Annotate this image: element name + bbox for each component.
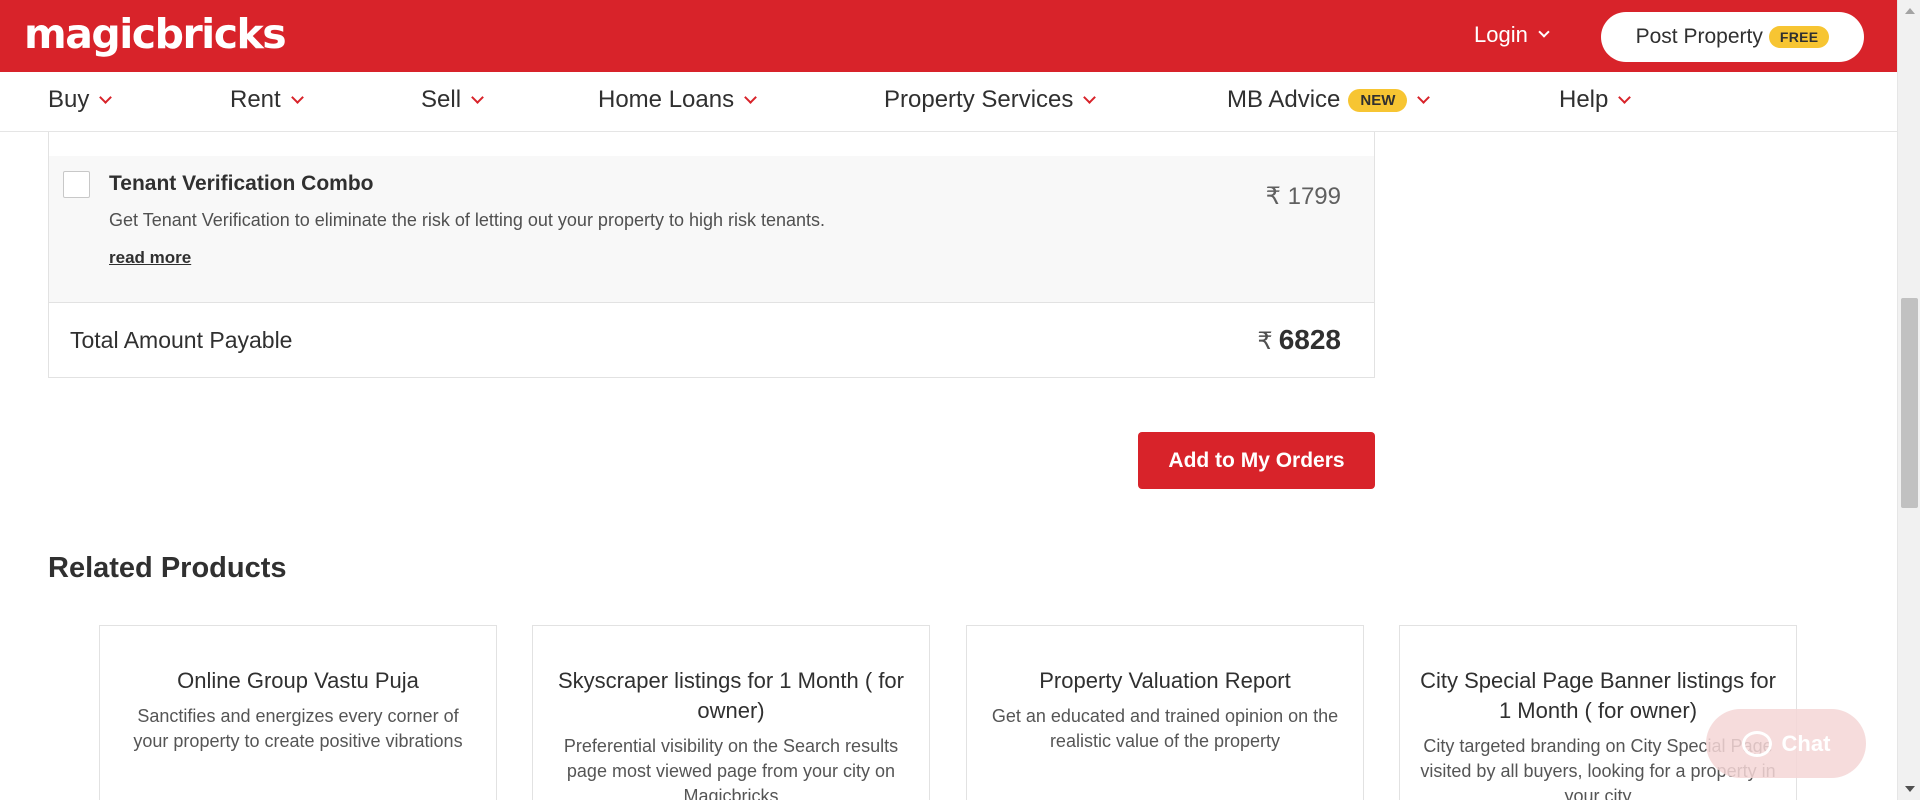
- chevron-down-icon: [744, 90, 757, 104]
- product-description: Get an educated and trained opinion on t…: [991, 706, 1339, 751]
- nav-item-buy[interactable]: Buy: [48, 86, 113, 114]
- total-label: Total Amount Payable: [70, 327, 293, 353]
- product-description: Sanctifies and energizes every corner of…: [133, 706, 463, 751]
- chevron-down-icon: [99, 90, 113, 104]
- product-title: Property Valuation Report: [1039, 668, 1291, 693]
- product-card[interactable]: Skyscraper listings for 1 Month ( for ow…: [532, 625, 930, 800]
- service-row: Tenant Verification Combo Get Tenant Ver…: [48, 156, 1375, 303]
- nav-item-property-services[interactable]: Property Services: [884, 86, 1097, 114]
- read-more-link[interactable]: read more: [109, 248, 191, 268]
- product-card[interactable]: Online Group Vastu Puja Sanctifies and e…: [99, 625, 497, 800]
- magicbricks-logo[interactable]: magicbricks: [24, 10, 287, 58]
- nav-item-label: Help: [1559, 86, 1609, 113]
- chevron-down-icon: [1618, 90, 1632, 104]
- order-card-top: [48, 132, 1375, 156]
- scroll-up-icon[interactable]: [1905, 8, 1915, 14]
- free-badge: FREE: [1768, 26, 1830, 48]
- new-badge: NEW: [1348, 88, 1408, 112]
- total-value: 6828: [1278, 324, 1341, 355]
- nav-item-help[interactable]: Help: [1559, 86, 1632, 114]
- chat-bubble-icon: [1741, 730, 1772, 757]
- top-header: magicbricks Login Post Property FREE: [0, 0, 1897, 72]
- chat-button[interactable]: Chat: [1706, 709, 1866, 778]
- post-property-button[interactable]: Post Property FREE: [1601, 12, 1864, 62]
- product-description: Preferential visibility on the Search re…: [563, 736, 899, 800]
- product-card[interactable]: Property Valuation Report Get an educate…: [966, 625, 1364, 800]
- login-label: Login: [1474, 22, 1528, 47]
- scroll-down-icon[interactable]: [1905, 786, 1915, 792]
- chevron-down-icon: [471, 90, 484, 104]
- chevron-down-icon: [1083, 90, 1097, 104]
- post-property-label: Post Property: [1635, 25, 1763, 48]
- nav-item-rent[interactable]: Rent: [230, 86, 304, 114]
- total-row: Total Amount Payable ₹6828: [48, 303, 1375, 378]
- service-title: Tenant Verification Combo: [109, 172, 374, 195]
- chevron-down-icon: [290, 90, 304, 104]
- nav-item-label: Rent: [230, 86, 281, 113]
- product-title: Online Group Vastu Puja: [177, 668, 419, 693]
- nav-item-label: Property Services: [884, 86, 1074, 113]
- related-products-heading: Related Products: [48, 552, 287, 584]
- product-title: Skyscraper listings for 1 Month ( for ow…: [557, 668, 904, 723]
- rupee-icon: ₹: [1257, 328, 1273, 355]
- service-price: ₹ 1799: [1265, 183, 1341, 210]
- login-menu[interactable]: Login: [1474, 22, 1550, 48]
- nav-item-mb-advice[interactable]: MB Advice NEW: [1227, 86, 1431, 114]
- scrollbar-thumb[interactable]: [1901, 298, 1918, 508]
- nav-item-label: Sell: [421, 86, 462, 113]
- add-to-my-orders-button[interactable]: Add to My Orders: [1138, 432, 1375, 489]
- service-checkbox[interactable]: [63, 171, 90, 198]
- nav-item-label: Buy: [48, 86, 90, 113]
- nav-item-home-loans[interactable]: Home Loans: [598, 86, 757, 114]
- chevron-down-icon: [1538, 26, 1550, 38]
- page-scrollbar[interactable]: [1897, 0, 1920, 800]
- main-nav: Buy Rent Sell Home Loans Property Servic…: [0, 72, 1897, 132]
- chat-label: Chat: [1781, 730, 1831, 756]
- service-description: Get Tenant Verification to eliminate the…: [109, 210, 826, 230]
- nav-item-sell[interactable]: Sell: [421, 86, 484, 114]
- nav-item-label: Home Loans: [598, 86, 735, 113]
- chevron-down-icon: [1417, 90, 1431, 104]
- total-amount: ₹6828: [1257, 324, 1341, 356]
- nav-item-label: MB Advice: [1227, 86, 1341, 113]
